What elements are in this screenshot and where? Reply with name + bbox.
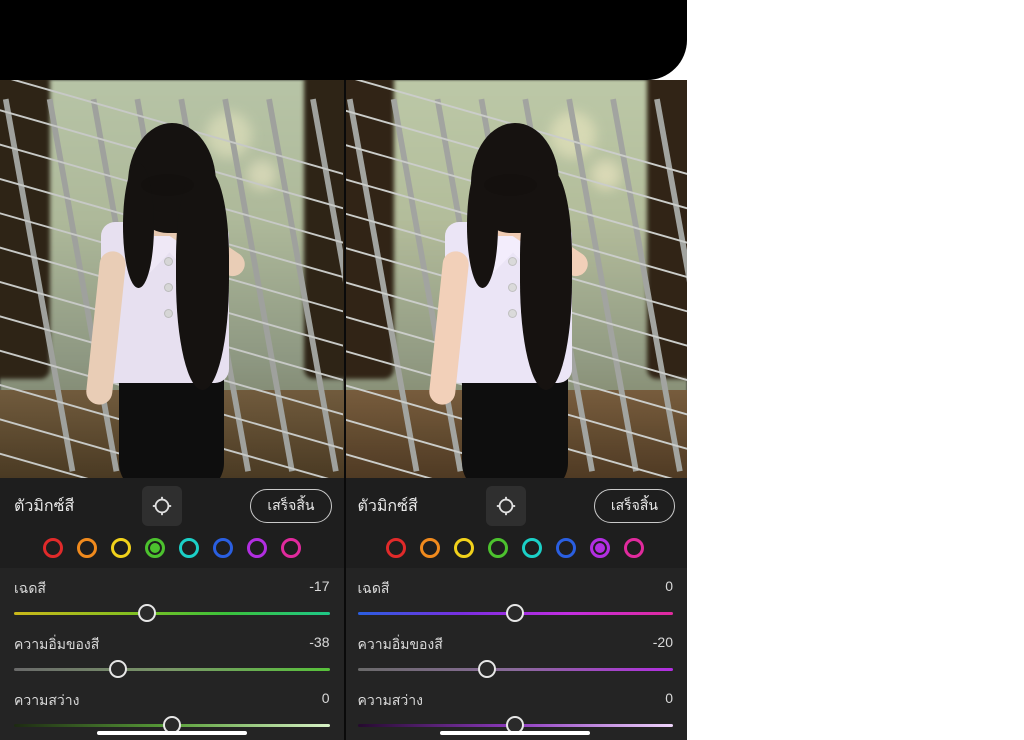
slider-track[interactable] xyxy=(358,662,674,676)
preview-image[interactable] xyxy=(0,80,344,478)
home-indicator[interactable] xyxy=(97,731,247,735)
target-icon xyxy=(495,495,517,517)
home-indicator[interactable] xyxy=(440,731,590,735)
slider-hue: เฉดสี -17 xyxy=(14,570,330,620)
swatch-blue[interactable] xyxy=(213,538,233,558)
done-button[interactable]: เสร็จสิ้น xyxy=(250,489,331,523)
preview-image[interactable] xyxy=(344,80,688,478)
swatch-yellow[interactable] xyxy=(111,538,131,558)
swatch-yellow[interactable] xyxy=(454,538,474,558)
color-swatch-row xyxy=(0,534,344,568)
slider-label: ความสว่าง xyxy=(358,690,423,712)
swatch-magenta[interactable] xyxy=(624,538,644,558)
slider-value: -20 xyxy=(653,634,673,656)
sliders-group: เฉดสี -17 ความอิ่มของสี -38 ความสว่าง 0 xyxy=(0,568,344,740)
panel-right: ตัวมิกซ์สี เสร็จสิ้นเฉดสี 0 ความอิ่มของสี -2… xyxy=(344,80,688,740)
photo-scene xyxy=(0,80,344,478)
photo-scene xyxy=(344,80,688,478)
swatch-green[interactable] xyxy=(145,538,165,558)
color-swatch-row xyxy=(344,534,688,568)
swatch-purple[interactable] xyxy=(247,538,267,558)
slider-value: 0 xyxy=(665,690,673,712)
slider-label: เฉดสี xyxy=(14,578,46,600)
slider-sat: ความอิ่มของสี -20 xyxy=(358,626,674,676)
slider-track[interactable] xyxy=(14,718,330,732)
swatch-red[interactable] xyxy=(386,538,406,558)
slider-track[interactable] xyxy=(14,662,330,676)
device-notch xyxy=(0,0,687,80)
swatch-purple[interactable] xyxy=(590,538,610,558)
tool-title: ตัวมิกซ์สี xyxy=(14,494,74,519)
tool-title: ตัวมิกซ์สี xyxy=(358,494,418,519)
panel-left: ตัวมิกซ์สี เสร็จสิ้นเฉดสี -17 ความอิ่มของสี… xyxy=(0,80,344,740)
targeted-adjust-button[interactable] xyxy=(486,486,526,526)
editor-panels: ตัวมิกซ์สี เสร็จสิ้นเฉดสี -17 ความอิ่มของสี… xyxy=(0,80,687,740)
slider-lum: ความสว่าง 0 xyxy=(14,682,330,732)
slider-track[interactable] xyxy=(358,718,674,732)
slider-knob[interactable] xyxy=(138,604,156,622)
slider-knob[interactable] xyxy=(109,660,127,678)
slider-value: 0 xyxy=(322,690,330,712)
swatch-aqua[interactable] xyxy=(179,538,199,558)
slider-sat: ความอิ่มของสี -38 xyxy=(14,626,330,676)
slider-label: เฉดสี xyxy=(358,578,390,600)
slider-label: ความอิ่มของสี xyxy=(358,634,443,656)
target-icon xyxy=(151,495,173,517)
swatch-aqua[interactable] xyxy=(522,538,542,558)
slider-value: 0 xyxy=(665,578,673,600)
slider-label: ความสว่าง xyxy=(14,690,79,712)
color-mix-toolbar: ตัวมิกซ์สี เสร็จสิ้น xyxy=(0,478,344,534)
slider-track[interactable] xyxy=(14,606,330,620)
slider-label: ความอิ่มของสี xyxy=(14,634,99,656)
swatch-green[interactable] xyxy=(488,538,508,558)
color-mix-toolbar: ตัวมิกซ์สี เสร็จสิ้น xyxy=(344,478,688,534)
slider-value: -17 xyxy=(309,578,329,600)
targeted-adjust-button[interactable] xyxy=(142,486,182,526)
slider-track[interactable] xyxy=(358,606,674,620)
swatch-red[interactable] xyxy=(43,538,63,558)
slider-lum: ความสว่าง 0 xyxy=(358,682,674,732)
done-button[interactable]: เสร็จสิ้น xyxy=(594,489,675,523)
slider-knob[interactable] xyxy=(506,604,524,622)
swatch-orange[interactable] xyxy=(420,538,440,558)
slider-knob[interactable] xyxy=(478,660,496,678)
slider-hue: เฉดสี 0 xyxy=(358,570,674,620)
slider-value: -38 xyxy=(309,634,329,656)
swatch-magenta[interactable] xyxy=(281,538,301,558)
swatch-orange[interactable] xyxy=(77,538,97,558)
sliders-group: เฉดสี 0 ความอิ่มของสี -20 ความสว่าง 0 xyxy=(344,568,688,740)
swatch-blue[interactable] xyxy=(556,538,576,558)
